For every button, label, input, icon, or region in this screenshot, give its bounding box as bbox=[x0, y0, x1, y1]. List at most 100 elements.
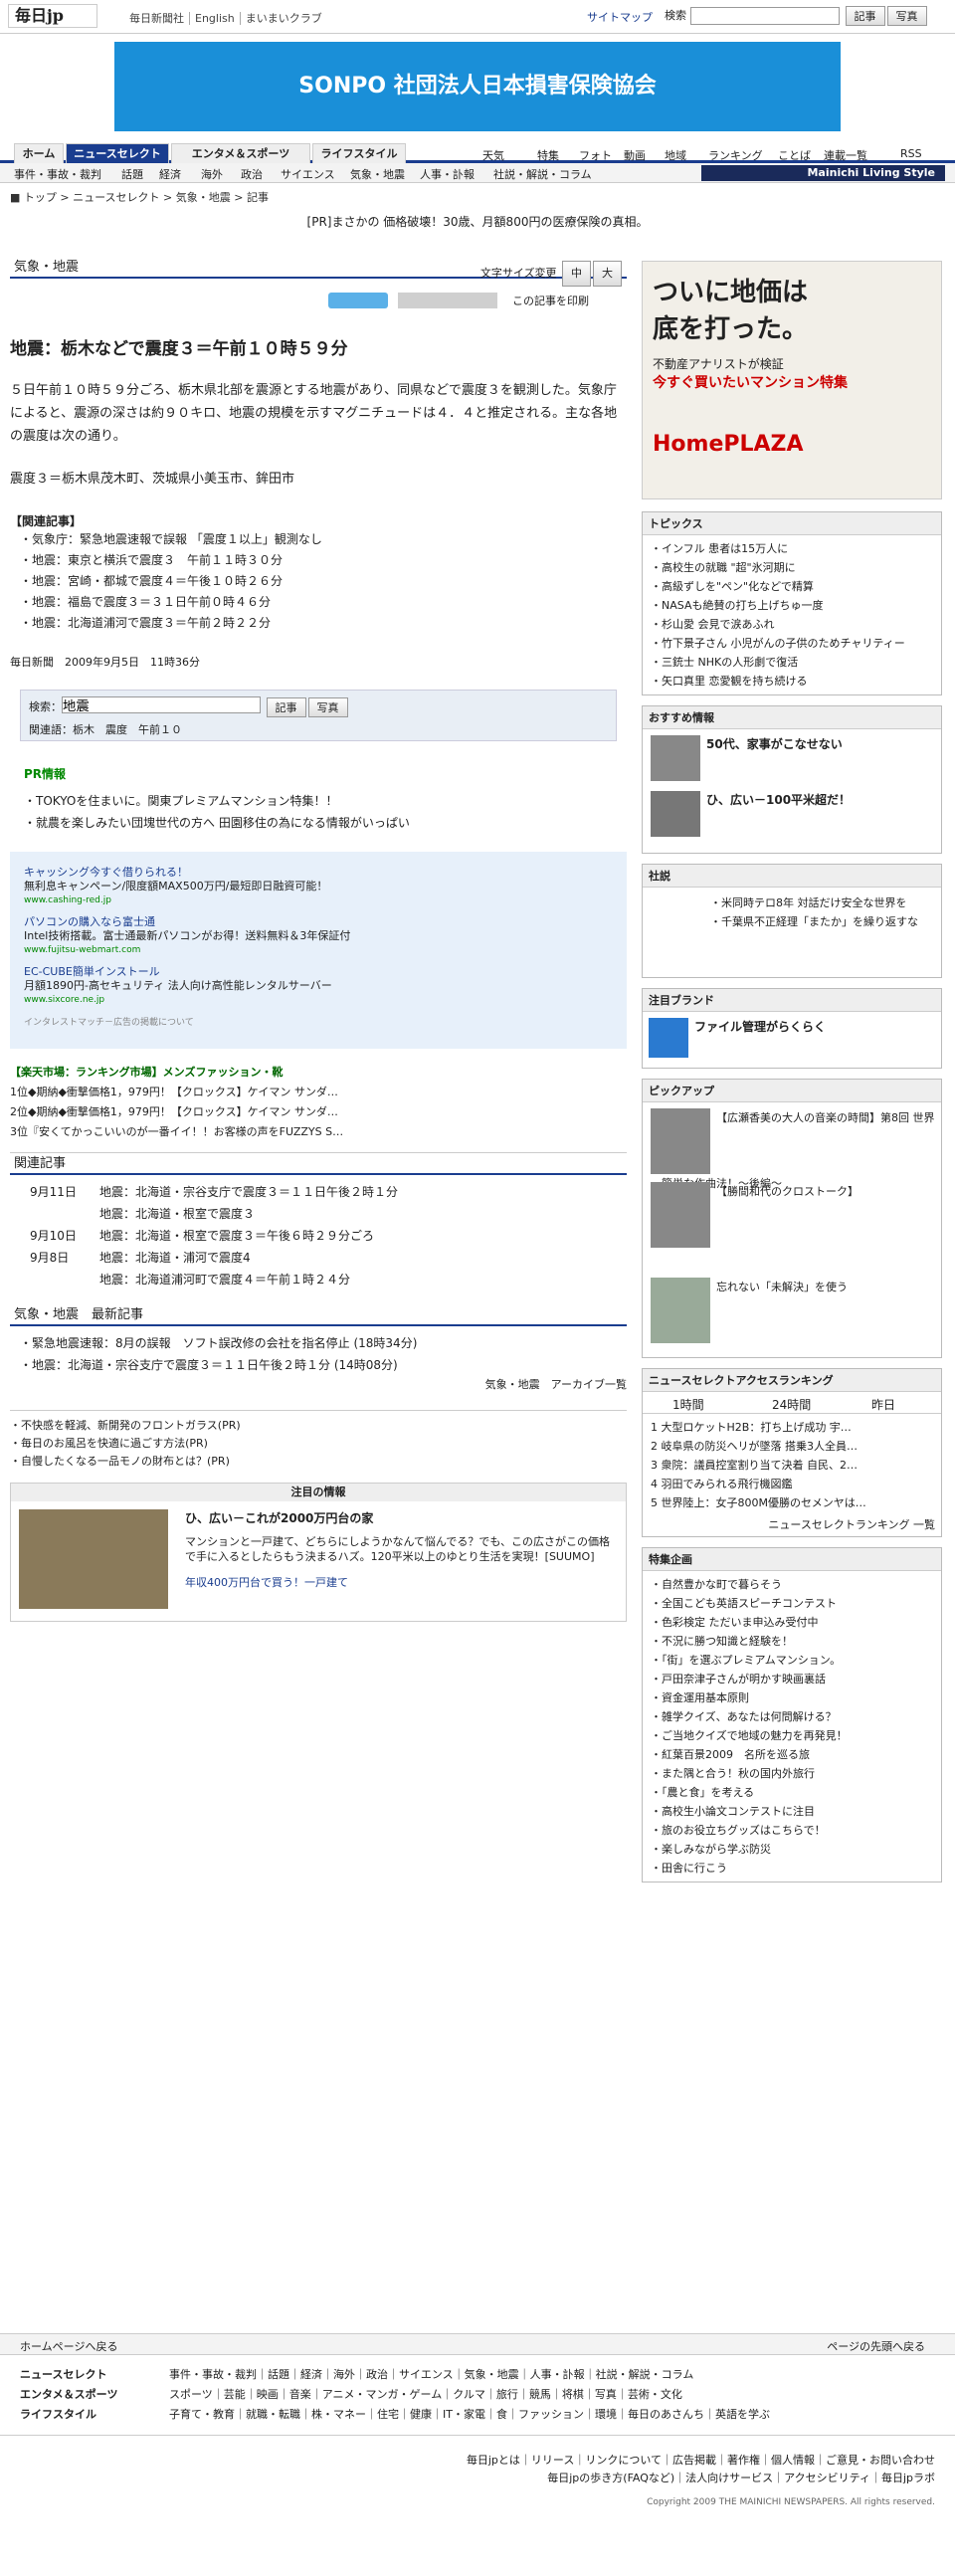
topic-item[interactable]: ・NASAも絶賛の打ち上げちゅ一度 bbox=[643, 596, 941, 615]
related-row[interactable]: 9月10日 地震：北海道・根室で震度３＝午後６時２９分ごろ bbox=[10, 1225, 627, 1247]
nav-rss[interactable]: RSS bbox=[900, 147, 922, 160]
pickup-item[interactable]: 【勝間和代のクロストーク】 bbox=[643, 1182, 941, 1278]
kw-photo-button[interactable]: 写真 bbox=[307, 697, 348, 717]
topic-item[interactable]: ・インフル 患者は15万人に bbox=[643, 539, 941, 558]
special-item[interactable]: ・また隅と合う！秋の国内外旅行 bbox=[643, 1764, 941, 1783]
side-ad[interactable]: ついに地価は 底を打った。 不動産アナリストが検証 今すぐ買いたいマンション特集… bbox=[642, 261, 942, 499]
ranking-more[interactable]: ニュースセレクトランキング 一覧 bbox=[643, 1516, 941, 1536]
subnav-item[interactable]: 気象・地震 bbox=[350, 166, 405, 182]
back-home-link[interactable]: ホームページへ戻る bbox=[20, 2338, 117, 2354]
nav-ranking[interactable]: ランキング bbox=[708, 147, 763, 163]
ranking-item[interactable]: 5 世界陸上：女子800M優勝のセメンヤは… bbox=[643, 1493, 941, 1512]
pr-line[interactable]: [PR]まさかの 価格破壊！30歳、月額800円の医療保険の真相。 bbox=[0, 213, 955, 230]
special-item[interactable]: ・戸田奈津子さんが明かす映画裏話 bbox=[643, 1670, 941, 1688]
ranking-item[interactable]: 1 大型ロケットH2B：打ち上げ成功 宇… bbox=[643, 1418, 941, 1437]
breadcrumb-item[interactable]: ニュースセレクト bbox=[73, 191, 159, 204]
rakuten-item[interactable]: 3位『安くてかっこいいのが一番イイ！！お客様の声をFUZZYS S… bbox=[10, 1122, 627, 1142]
tab-news-select[interactable]: ニュースセレクト bbox=[66, 143, 169, 163]
special-item[interactable]: ・全国こども英語スピーチコンテスト bbox=[643, 1594, 941, 1613]
nav-series[interactable]: 連載一覧 bbox=[824, 147, 867, 163]
footer-row-links[interactable]: 子育て・教育｜就職・転職｜株・マネー｜住宅｜健康｜IT・家電｜食｜ファッション｜… bbox=[169, 2408, 770, 2421]
top-link[interactable]: まいまいクラブ bbox=[241, 12, 327, 25]
subnav-item[interactable]: 経済 bbox=[159, 166, 181, 182]
footer-links2[interactable]: 毎日jpの歩き方(FAQなど)｜法人向けサービス｜アクセシビリティ｜毎日jpラボ bbox=[20, 2470, 935, 2487]
search-input[interactable] bbox=[690, 7, 840, 25]
special-item[interactable]: ・旅のお役立ちグッズはこちらで！ bbox=[643, 1821, 941, 1840]
ads-note[interactable]: インタレストマッチ－広告の掲載について bbox=[24, 1015, 613, 1028]
breadcrumb-item[interactable]: トップ bbox=[24, 191, 57, 204]
rakuten-item[interactable]: 2位◆期納◆衝撃価格1，979円！【クロックス】ケイマン サンダ… bbox=[10, 1102, 627, 1122]
ranking-item[interactable]: 4 羽田でみられる飛行機図鑑 bbox=[643, 1475, 941, 1493]
ranking-item[interactable]: 2 岐阜県の防災ヘリが墜落 搭乗3人全員… bbox=[643, 1437, 941, 1456]
special-item[interactable]: ・資金運用基本原則 bbox=[643, 1688, 941, 1707]
related-row[interactable]: 9月11日 地震：北海道・宗谷支庁で震度３＝１１日午後２時１分 bbox=[10, 1181, 627, 1203]
special-item[interactable]: ・「街」を選ぶプレミアムマンション。 bbox=[643, 1651, 941, 1670]
topic-item[interactable]: ・杉山愛 会見で涙あふれ bbox=[643, 615, 941, 634]
special-item[interactable]: ・「農と食」を考える bbox=[643, 1783, 941, 1802]
text-ad[interactable]: キャッシング今すぐ借りられる！ 無利息キャンペーン/限度額MAX500万円/最短即… bbox=[24, 866, 613, 907]
related-link[interactable]: ・気象庁：緊急地震速報で誤報 「震度１以上」観測なし bbox=[10, 529, 627, 550]
brand-head[interactable]: ファイル管理がらくらく bbox=[643, 1012, 941, 1068]
editorial-item[interactable]: ・米同時テロ8年 対話だけ安全な世界を bbox=[702, 893, 941, 912]
nav-words[interactable]: ことば bbox=[778, 147, 811, 163]
mini-pr-item[interactable]: ・不快感を軽減、新開発のフロントガラス(PR) bbox=[10, 1417, 627, 1435]
related-link[interactable]: ・地震：福島で震度３＝３１日午前０時４６分 bbox=[10, 592, 627, 613]
footer-row-head[interactable]: ニュースセレクト bbox=[20, 2365, 169, 2385]
special-item[interactable]: ・田舎に行こう bbox=[643, 1859, 941, 1878]
twitter-icon[interactable] bbox=[328, 293, 388, 308]
site-logo[interactable]: 毎日jp bbox=[8, 4, 97, 28]
latest-item[interactable]: ・地震：北海道・宗谷支庁で震度３＝１１日午後２時１分 (14時08分) bbox=[10, 1354, 627, 1376]
text-ad[interactable]: EC-CUBE簡単インストール 月額1890円-高セキュリティ 法人向け高性能レン… bbox=[24, 965, 613, 1007]
living-style-banner[interactable]: Mainichi Living Style bbox=[701, 165, 945, 181]
ranking-tab[interactable]: 昨日 bbox=[871, 1396, 895, 1413]
tab-entame[interactable]: エンタメ＆スポーツ bbox=[171, 143, 310, 163]
featured-link[interactable]: 年収400万円台で買う！一戸建て bbox=[185, 1574, 613, 1590]
related-row[interactable]: 地震：北海道浦河町で震度４＝午前１時２４分 bbox=[10, 1269, 627, 1290]
pickup-item[interactable]: 忘れない「未解決」を使う bbox=[643, 1278, 941, 1351]
search-photo-button[interactable]: 写真 bbox=[886, 6, 927, 26]
footer-row-links[interactable]: スポーツ｜芸能｜映画｜音楽｜アニメ・マンガ・ゲーム｜クルマ｜旅行｜競馬｜将棋｜写… bbox=[169, 2388, 682, 2401]
special-item[interactable]: ・ご当地クイズで地域の魅力を再発見！ bbox=[643, 1726, 941, 1745]
bookmark-icons[interactable] bbox=[398, 293, 497, 308]
mini-pr-item[interactable]: ・毎日のお風呂を快適に過ごす方法(PR) bbox=[10, 1435, 627, 1453]
kw-input[interactable] bbox=[62, 696, 261, 713]
related-row[interactable]: 地震：北海道・根室で震度３ bbox=[10, 1203, 627, 1225]
top-link[interactable]: 毎日新聞社 bbox=[124, 12, 190, 25]
special-item[interactable]: ・紅葉百景2009 名所を巡る旅 bbox=[643, 1745, 941, 1764]
related-link[interactable]: ・地震：北海道浦河で震度３＝午前２時２２分 bbox=[10, 613, 627, 634]
rakuten-item[interactable]: 1位◆期納◆衝撃価格1，979円！【クロックス】ケイマン サンダ… bbox=[10, 1083, 627, 1102]
pickup-item[interactable]: 【広瀬香美の大人の音楽の時間】第8回 世界一簡単な作曲法！～後編～ bbox=[643, 1108, 941, 1190]
recommend-item[interactable]: ひ、広い－100平米超だ！ bbox=[643, 791, 941, 847]
topic-item[interactable]: ・高校生の就職 "超"氷河期に bbox=[643, 558, 941, 577]
subnav-item[interactable]: 話題 bbox=[121, 166, 143, 182]
house-image[interactable] bbox=[19, 1509, 168, 1609]
pr-info-item[interactable]: ・TOKYOを住まいに。関東プレミアムマンション特集！！ bbox=[24, 790, 627, 812]
subnav-item[interactable]: 事件・事故・裁判 bbox=[14, 166, 101, 182]
footer-links[interactable]: 毎日jpとは｜リリース｜リンクについて｜広告掲載｜著作権｜個人情報｜ご意見・お問… bbox=[20, 2452, 935, 2470]
special-item[interactable]: ・不況に勝つ知識と経験を！ bbox=[643, 1632, 941, 1651]
mini-pr-item[interactable]: ・自慢したくなる一品モノの財布とは？(PR) bbox=[10, 1453, 627, 1471]
banner-ad[interactable]: SONPO 社団法人日本損害保険協会 bbox=[114, 42, 841, 131]
subnav-item[interactable]: サイエンス bbox=[281, 166, 335, 182]
special-item[interactable]: ・楽しみながら学ぶ防災 bbox=[643, 1840, 941, 1859]
tab-home[interactable]: ホーム bbox=[14, 143, 64, 163]
font-small-button[interactable]: 中 bbox=[562, 261, 591, 287]
subnav-item[interactable]: 人事・訃報 bbox=[420, 166, 475, 182]
archive-link[interactable]: 気象・地震 アーカイブ一覧 bbox=[10, 1376, 627, 1392]
breadcrumb-item[interactable]: 気象・地震 bbox=[176, 191, 231, 204]
latest-item[interactable]: ・緊急地震速報：8月の誤報 ソフト誤改修の会社を指名停止 (18時34分) bbox=[10, 1332, 627, 1354]
featured-head[interactable]: ひ、広い－これが2000万円台の家 bbox=[185, 1509, 613, 1526]
kw-related[interactable]: 関連語：栃木 震度 午前１０ bbox=[29, 721, 608, 737]
ranking-tab[interactable]: 24時間 bbox=[772, 1396, 811, 1413]
kw-article-button[interactable]: 記事 bbox=[266, 697, 306, 717]
rakuten-title[interactable]: 【楽天市場：ランキング市場】メンズファッション・靴 bbox=[10, 1063, 627, 1083]
special-item[interactable]: ・色彩検定 ただいま申込み受付中 bbox=[643, 1613, 941, 1632]
pr-info-item[interactable]: ・就農を楽しみたい団塊世代の方へ 田園移住の為になる情報がいっぱい bbox=[24, 812, 627, 834]
related-link[interactable]: ・地震：宮崎・都城で震度４＝午後１０時２６分 bbox=[10, 571, 627, 592]
tab-lifestyle[interactable]: ライフスタイル bbox=[312, 143, 406, 163]
topic-item[interactable]: ・竹下景子さん 小児がんの子供のためチャリティー bbox=[643, 634, 941, 653]
nav-special[interactable]: 特集 bbox=[537, 147, 559, 163]
editorial-item[interactable]: ・千葉県不正経理「またか」を繰り返すな bbox=[702, 912, 941, 931]
text-ad[interactable]: パソコンの購入なら富士通 Intel技術搭載。富士通最新パソコンがお得！送料無料＆… bbox=[24, 915, 613, 957]
special-item[interactable]: ・自然豊かな町で暮らそう bbox=[643, 1575, 941, 1594]
